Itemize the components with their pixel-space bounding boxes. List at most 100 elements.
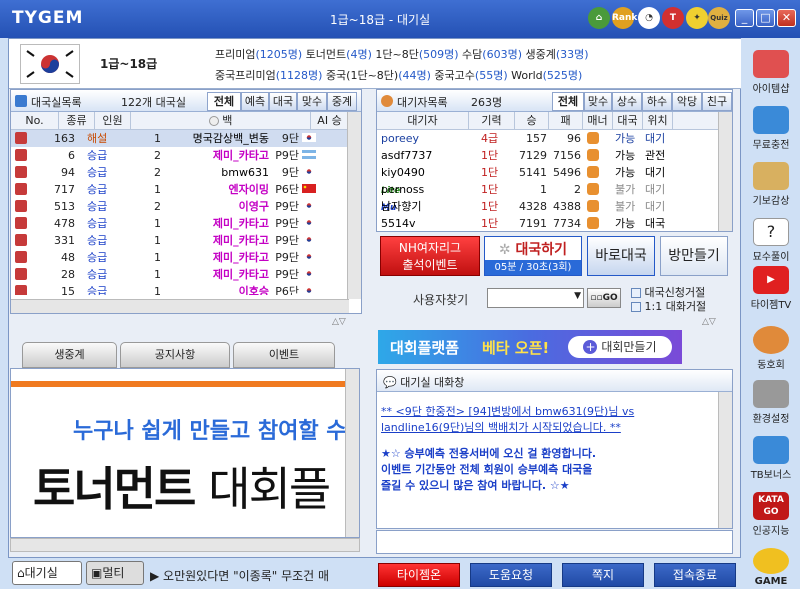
table-row[interactable]: 48 승급 1 제미_카타고 P9단	[11, 249, 349, 266]
server-tournament[interactable]: 토너먼트	[306, 48, 346, 61]
tab-rooms-all[interactable]: 전체	[207, 92, 241, 111]
tab-rooms-game[interactable]: 대국	[269, 92, 297, 111]
server-cn-master[interactable]: 중국고수	[434, 69, 474, 82]
col-no[interactable]: No.	[11, 112, 59, 130]
create-room-button[interactable]: 방만들기	[660, 236, 728, 276]
close-button[interactable]: ✕	[777, 9, 796, 27]
user-search-input[interactable]: ▼	[487, 288, 584, 308]
sidebar-item-tv[interactable]: ▶ 타이젬TV	[746, 266, 796, 311]
create-tournament-button[interactable]: + 대회만들기	[568, 336, 672, 358]
col-people[interactable]: 인원	[95, 112, 131, 130]
room-hscrollbar[interactable]	[11, 299, 349, 313]
server-world[interactable]: World	[511, 69, 543, 82]
tab-waiting-villain[interactable]: 악당	[672, 92, 702, 111]
col-loss[interactable]: 패	[549, 112, 583, 130]
collapse-arrows-icon[interactable]: △▽	[332, 317, 346, 327]
tab-live[interactable]: 생중계	[22, 342, 117, 368]
col-win[interactable]: 승	[515, 112, 549, 130]
col-rank[interactable]: 기력	[469, 112, 515, 130]
collapse-arrows-icon-2[interactable]: △▽	[702, 317, 716, 327]
table-row[interactable]: 717 승급 1 엔자이밍 P6단	[11, 181, 349, 198]
table-row[interactable]: poreey 4급 157 96 가능 대기	[377, 130, 718, 147]
room-scrollbar[interactable]	[347, 112, 361, 299]
table-row[interactable]: 478 승급 1 제미_카타고 P9단	[11, 215, 349, 232]
event-banner[interactable]: 누구나 쉽게 만들고 참여할 수 토너먼트 대회플	[10, 368, 360, 538]
sidebar-item-settings[interactable]: 환경설정	[746, 380, 796, 425]
tab-waiting-lower[interactable]: 하수	[642, 92, 672, 111]
go-button[interactable]: ▫▫GO	[587, 288, 621, 308]
table-row[interactable]: 163 해설 1 명국감상백_변동 9단	[11, 130, 349, 147]
sidebar-item-problem[interactable]: ? 묘수풀이	[746, 218, 796, 263]
table-row[interactable]: 513 승급 2 이영구 P9단	[11, 198, 349, 215]
chat-input[interactable]	[376, 530, 733, 554]
tournament-banner[interactable]: 대회플랫폼 베타 오픈! + 대회만들기	[378, 330, 682, 364]
message-button[interactable]: 쪽지	[562, 563, 644, 587]
nh-event-button[interactable]: NH여자리그 출석이벤트	[380, 236, 480, 276]
ticker[interactable]: ▶ 오만원있다면 "이종록" 무조건 매	[150, 567, 372, 584]
bulb-icon[interactable]: ✦	[686, 7, 708, 29]
banner-hscrollbar[interactable]	[10, 538, 360, 552]
rabbit-icon[interactable]: ◔	[638, 7, 660, 29]
play-game-button[interactable]: ✲ 대국하기 05분 / 30초(3회)	[484, 236, 582, 276]
minimize-button[interactable]: _	[735, 9, 754, 27]
rank-icon[interactable]: Rank	[612, 7, 637, 29]
col-game[interactable]: 대국	[613, 112, 643, 130]
table-row[interactable]: 남자향기 Mu 1단 4328 4388 불가 대기	[377, 198, 718, 215]
logout-button[interactable]: 접속종료	[654, 563, 736, 587]
reject-chat-option[interactable]: 1:1 대화거절	[631, 298, 706, 314]
server-dan[interactable]: 1단~8단	[375, 48, 418, 61]
table-row[interactable]: 94 승급 2 bmw631 9단	[11, 164, 349, 181]
table-row[interactable]: 28 승급 1 제미_카타고 P9단	[11, 266, 349, 283]
table-row[interactable]: 331 승급 1 제미_카타고 P9단	[11, 232, 349, 249]
chat-scrollbar[interactable]	[718, 392, 732, 528]
sidebar-item-kifu[interactable]: 기보감상	[746, 162, 796, 207]
table-row[interactable]: pernoss Lite 1단 1 2 불가 대기	[377, 181, 718, 198]
t-icon[interactable]: T	[662, 7, 684, 29]
col-type[interactable]: 종류	[59, 112, 95, 130]
tab-waiting-friend[interactable]: 친구	[702, 92, 732, 111]
tab-waiting-higher[interactable]: 상수	[612, 92, 642, 111]
banner-scrollbar[interactable]	[345, 369, 359, 537]
sidebar-item-shop[interactable]: 아이템샵	[746, 50, 796, 95]
table-row[interactable]: 6 승급 2 제미_카타고 P9단	[11, 147, 349, 164]
sidebar-item-game[interactable]: GAME	[746, 548, 796, 587]
chevron-down-icon[interactable]: ▼	[574, 291, 581, 301]
quick-game-button[interactable]: 바로대국	[587, 236, 655, 276]
table-row[interactable]: 5514v 1단 7191 7734 가능 대국	[377, 215, 718, 230]
table-row[interactable]: asdf7737 1단 7129 7156 가능 관전	[377, 147, 718, 164]
col-white[interactable]: 백	[131, 112, 311, 130]
sidebar-item-club[interactable]: 동호회	[746, 326, 796, 371]
server-sudam[interactable]: 수담	[462, 48, 482, 61]
tab-rooms-predict[interactable]: 예측	[241, 92, 269, 111]
reject-chat-checkbox[interactable]	[631, 302, 641, 312]
maximize-button[interactable]: □	[756, 9, 775, 27]
server-premium[interactable]: 프리미엄	[215, 48, 255, 61]
tab-rooms-rival[interactable]: 맞수	[297, 92, 327, 111]
tab-notice[interactable]: 공지사항	[120, 342, 230, 368]
tab-waiting-all[interactable]: 전체	[552, 92, 584, 111]
col-ai[interactable]: AI 승	[311, 112, 349, 130]
server-cn-dan[interactable]: 중국(1단~8단)	[326, 69, 398, 82]
sidebar-item-ai[interactable]: KATA GO 인공지능	[746, 492, 796, 537]
reject-game-checkbox[interactable]	[631, 288, 641, 298]
server-live[interactable]: 생중계	[526, 48, 556, 61]
sidebar-item-charge[interactable]: 무료충전	[746, 106, 796, 151]
tygem-on-button[interactable]: 타이젬온	[378, 563, 460, 587]
sidebar-item-bonus[interactable]: TB보너스	[746, 436, 796, 481]
quiz-icon[interactable]: Quiz	[708, 7, 730, 29]
tab-waiting-room[interactable]: ⌂대기실	[12, 561, 82, 585]
tab-rooms-live[interactable]: 중계	[327, 92, 357, 111]
chat-line[interactable]: ** <9단 한중전> [94]변방에서 bmw631(9단)님 vs	[381, 404, 728, 420]
server-cn-premium[interactable]: 중국프리미엄	[215, 69, 276, 82]
tab-multi[interactable]: ▣멀티	[86, 561, 144, 585]
home-icon[interactable]: ⌂	[588, 7, 610, 29]
tab-event[interactable]: 이벤트	[233, 342, 335, 368]
waiting-scrollbar[interactable]	[718, 112, 732, 231]
chat-line[interactable]: landline16(9단)님의 백배치가 시작되었습니다. **	[381, 420, 728, 436]
col-manner[interactable]: 매너	[583, 112, 613, 130]
table-row[interactable]: kiy0490 1단 5141 5496 가능 대기	[377, 164, 718, 181]
col-user[interactable]: 대기자	[377, 112, 469, 130]
table-row[interactable]: 15 승급 1 이호승 P6단	[11, 283, 349, 295]
tab-waiting-rival[interactable]: 맞수	[584, 92, 612, 111]
help-button[interactable]: 도움요청	[470, 563, 552, 587]
